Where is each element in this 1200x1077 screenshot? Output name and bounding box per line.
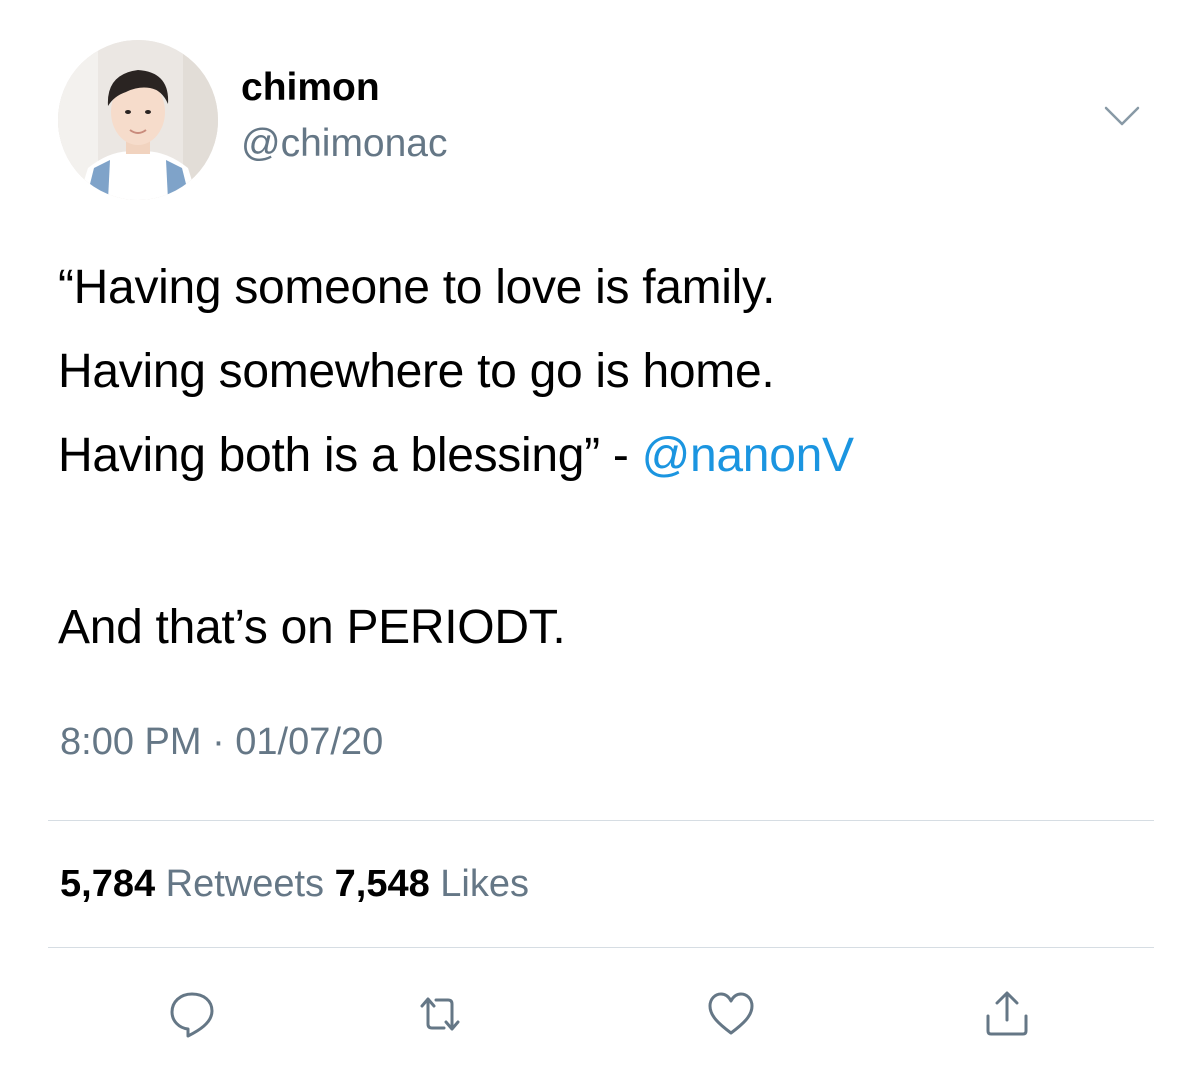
share-icon[interactable] [979,986,1035,1042]
likes-count: 7,548 [334,863,430,905]
likes-label: Likes [440,863,529,905]
avatar-photo [58,40,218,200]
display-name[interactable]: chimon [241,64,380,112]
user-handle[interactable]: @chimonac [241,120,448,168]
tweet-card: chimon @chimonac “Having someone to love… [0,0,1200,1077]
divider [48,820,1154,821]
heart-icon[interactable] [703,986,759,1042]
mention-link[interactable]: @nanonV [642,429,854,482]
tweet-stats: 5,784 Retweets 7,548 Likes [60,860,529,908]
retweets-stat[interactable]: 5,784 Retweets [60,863,324,905]
chevron-down-icon[interactable] [1100,100,1144,132]
tweet-text-line: And that’s on PERIODT. [58,601,566,654]
avatar[interactable] [58,40,218,200]
tweet-text-line: Having somewhere to go is home. [58,345,775,398]
retweet-icon[interactable] [412,986,468,1042]
tweet-text-spacer [58,498,1158,586]
retweets-label: Retweets [165,863,325,905]
reply-icon[interactable] [164,986,220,1042]
retweets-count: 5,784 [60,863,156,905]
tweet-text-segment: Having both is a blessing” - [58,429,642,482]
tweet-text-line: Having both is a blessing” - @nanonV [58,414,1158,498]
tweet-text: “Having someone to love is family. Havin… [58,246,1158,670]
tweet-timestamp[interactable]: 8:00 PM · 01/07/20 [60,718,383,766]
tweet-text-line: “Having someone to love is family. [58,261,776,314]
divider [48,947,1154,948]
likes-stat[interactable]: 7,548 Likes [335,863,529,905]
